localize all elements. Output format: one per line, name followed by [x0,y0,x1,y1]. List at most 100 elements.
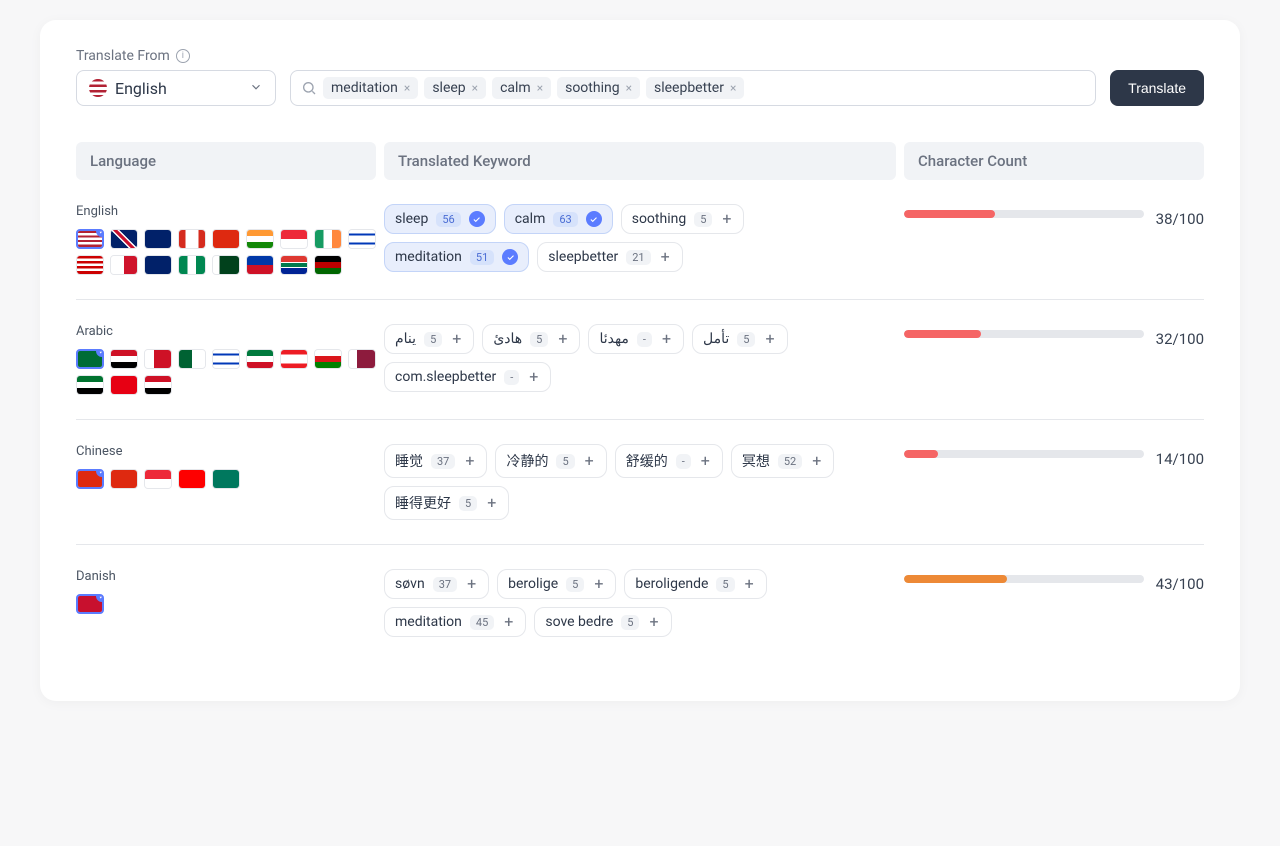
flag-gb[interactable] [110,229,138,249]
remove-tag-icon[interactable]: × [470,81,480,95]
plus-icon[interactable]: + [720,211,733,227]
plus-icon[interactable]: + [527,369,540,385]
keyword-pill[interactable]: com.sleepbetter-+ [384,362,551,392]
flag-iq[interactable] [144,375,172,395]
flag-mt[interactable] [110,255,138,275]
flag-my[interactable] [76,255,104,275]
language-column: Arabic [76,324,376,395]
flag-bh-icon [145,350,171,368]
plus-icon[interactable]: + [659,249,672,265]
flag-tw[interactable] [178,469,206,489]
flag-cn[interactable] [76,469,104,489]
plus-icon[interactable]: + [502,614,515,630]
keyword-pill[interactable]: sleepbetter21+ [537,242,682,272]
keyword-pill[interactable]: sove bedre5+ [534,607,671,637]
info-icon[interactable]: i [176,49,190,63]
flag-ke[interactable] [314,255,342,275]
flag-sg[interactable] [144,469,172,489]
input-keyword-tag: calm× [492,77,551,99]
flag-nz-icon [145,256,171,274]
flag-sg[interactable] [280,229,308,249]
keyword-pill[interactable]: تأمل5+ [692,324,788,354]
keyword-pill[interactable]: 睡觉37+ [384,444,487,478]
plus-icon[interactable]: + [583,453,596,469]
flag-za[interactable] [280,255,308,275]
flag-ca[interactable] [178,229,206,249]
keyword-pill[interactable]: 睡得更好5+ [384,486,509,520]
keyword-pill[interactable]: soothing5+ [621,204,745,234]
flag-ae[interactable] [76,375,104,395]
plus-icon[interactable]: + [647,614,660,630]
plus-icon[interactable]: + [810,453,823,469]
remove-tag-icon[interactable]: × [728,81,738,95]
keyword-pill[interactable]: 冷静的 5 + [495,444,606,478]
chevron-down-icon [249,79,263,98]
keyword-text: 冷静的 [506,451,548,471]
flag-hk[interactable] [212,229,240,249]
flag-hk[interactable] [110,469,138,489]
flag-in[interactable] [246,229,274,249]
flag-ke-icon [315,256,341,274]
progress-bar-fill [904,330,981,338]
plus-icon[interactable]: + [660,331,673,347]
flag-bh[interactable] [144,349,172,369]
translate-button[interactable]: Translate [1110,70,1204,106]
keyword-pill[interactable]: هادئ5+ [482,324,580,354]
plus-icon[interactable]: + [556,331,569,347]
keyword-pill[interactable]: meditation45+ [384,607,526,637]
keyword-pill[interactable]: søvn37+ [384,569,489,599]
plus-icon[interactable]: + [699,453,712,469]
translate-from-label: Translate From i [76,48,1204,64]
flag-kw[interactable] [246,349,274,369]
flag-qa-icon [349,350,375,368]
flag-au[interactable] [144,229,172,249]
flag-ng[interactable] [178,255,206,275]
source-language-select[interactable]: English [76,70,276,106]
flag-tn[interactable] [110,375,138,395]
flag-dk[interactable] [76,594,104,614]
keyword-text: sove bedre [545,614,613,630]
remove-tag-icon[interactable]: × [535,81,545,95]
keyword-input[interactable]: meditation×sleep×calm×soothing×sleepbett… [290,70,1096,106]
plus-icon[interactable]: + [763,331,776,347]
main-card: Translate From i English meditation×slee… [40,20,1240,701]
flag-mt-icon [111,256,137,274]
flag-ie[interactable] [314,229,342,249]
flag-nz[interactable] [144,255,172,275]
plus-icon[interactable]: + [592,576,605,592]
keyword-pill[interactable]: calm63 [504,204,613,234]
flag-dz[interactable] [178,349,206,369]
keyword-badge: 5 [556,454,574,469]
plus-icon[interactable]: + [465,576,478,592]
keyword-pill[interactable]: 冥想52+ [731,444,834,478]
flag-sa[interactable] [76,349,104,369]
keyword-pill[interactable]: beroligende5+ [624,569,766,599]
keyword-pill[interactable]: meditation51 [384,242,529,272]
flag-eg[interactable] [110,349,138,369]
keyword-pill[interactable]: ينام5+ [384,324,474,354]
keyword-pill[interactable]: مهدئا-+ [588,324,684,354]
plus-icon[interactable]: + [485,495,498,511]
progress-bar [904,210,1144,218]
plus-icon[interactable]: + [463,453,476,469]
flag-lb[interactable] [280,349,308,369]
plus-icon[interactable]: + [743,576,756,592]
keyword-pill[interactable]: berolige5+ [497,569,616,599]
plus-icon[interactable]: + [450,331,463,347]
flag-om-icon [315,350,341,368]
flag-pk[interactable] [212,255,240,275]
flag-ph[interactable] [246,255,274,275]
flag-hk-icon [111,470,137,488]
remove-tag-icon[interactable]: × [402,81,412,95]
keyword-pill[interactable]: sleep56 [384,204,496,234]
flag-mo[interactable] [212,469,240,489]
flag-il[interactable] [212,349,240,369]
flag-il-icon [349,230,375,248]
flag-us[interactable] [76,229,104,249]
keyword-pill[interactable]: 舒缓的-+ [615,444,723,478]
remove-tag-icon[interactable]: × [624,81,634,95]
language-name: Danish [76,569,376,584]
flag-il[interactable] [348,229,376,249]
flag-om[interactable] [314,349,342,369]
flag-qa[interactable] [348,349,376,369]
